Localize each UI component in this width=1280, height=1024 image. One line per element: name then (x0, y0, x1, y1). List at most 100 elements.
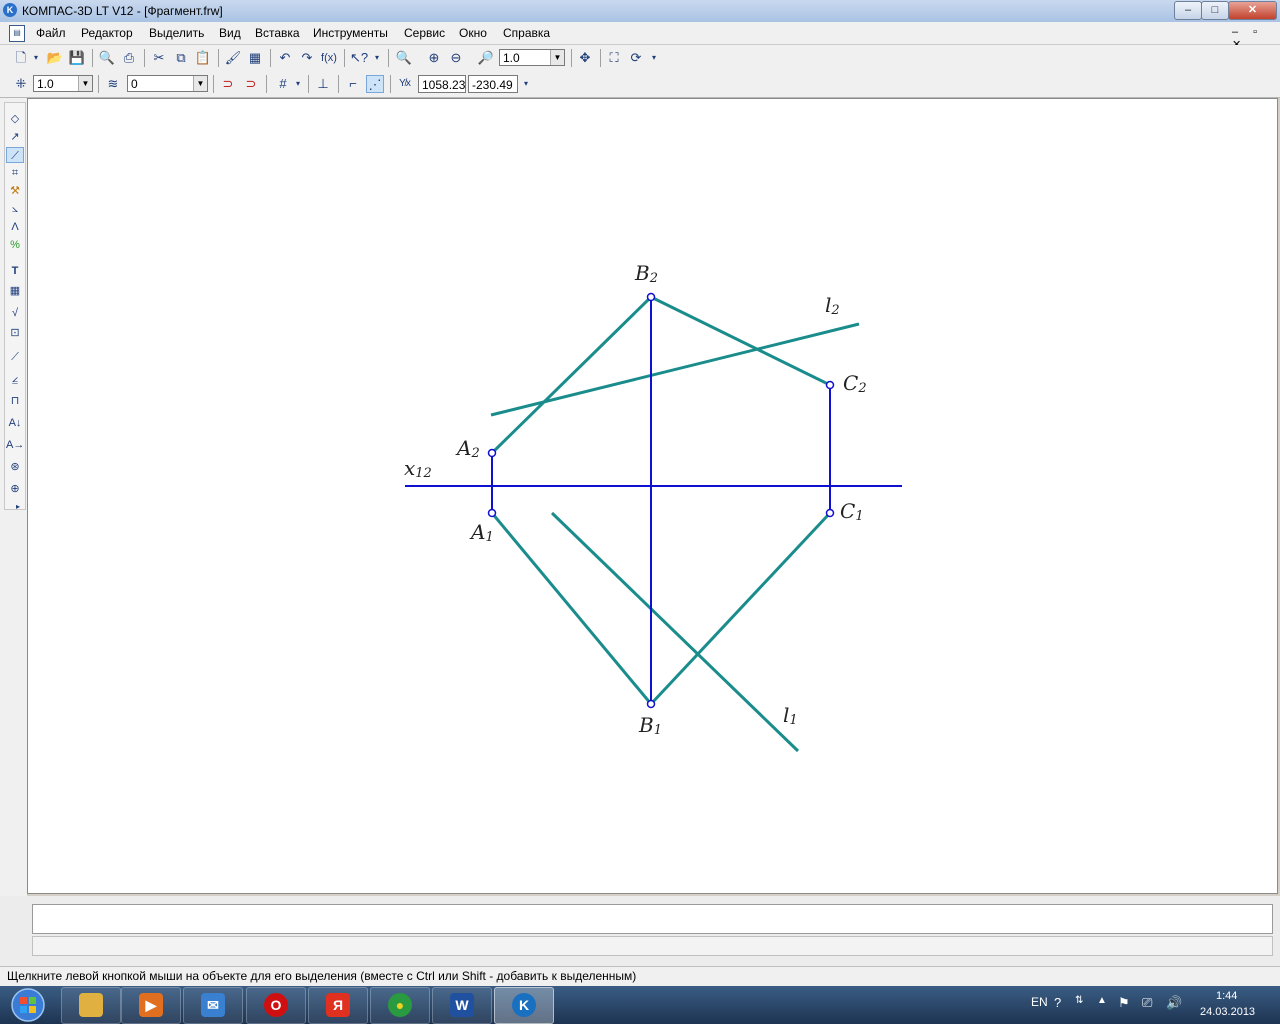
print-preview-icon[interactable]: 🔍 (98, 49, 116, 67)
maximize-button[interactable]: □ (1201, 1, 1229, 20)
coord-y-field[interactable]: -230.49 (468, 75, 518, 93)
step-combo[interactable]: 1.0 ▼ (33, 75, 93, 92)
coord-x-field[interactable]: 1058.23 (418, 75, 466, 93)
panel-expand-icon[interactable]: ▸ (13, 499, 23, 515)
help-pointer-icon[interactable]: ↖? (350, 49, 368, 67)
axis-icon[interactable]: ⊛ (6, 459, 24, 475)
language-indicator[interactable]: EN (1031, 995, 1048, 1009)
menu-editor[interactable]: Редактор (81, 26, 133, 40)
layer-combo[interactable]: 0 ▼ (127, 75, 208, 92)
step-dropdown-icon[interactable]: ▼ (78, 76, 92, 91)
leader-icon[interactable]: ⟋ (6, 349, 24, 365)
point-c1[interactable] (825, 508, 835, 518)
taskbar-chrome[interactable]: ● (370, 987, 430, 1024)
snap-magnet-icon[interactable]: ⊃ (219, 75, 237, 93)
zoom-combo[interactable]: 1.0 ▼ (499, 49, 565, 66)
measure-icon[interactable]: ⦣ (6, 201, 24, 217)
new-document-icon[interactable]: 🗋 (12, 49, 30, 67)
menu-view[interactable]: Вид (219, 26, 241, 40)
taskbar-kompas[interactable]: K (494, 987, 554, 1024)
ortho-mode-icon[interactable]: ⌐ (344, 75, 362, 93)
line-l2[interactable] (490, 322, 860, 417)
show-all-icon[interactable]: ⛶ (605, 49, 623, 67)
open-folder-icon[interactable]: 📂 (46, 49, 64, 67)
grid-dropdown-icon[interactable]: ▾ (293, 75, 303, 93)
property-panel-area[interactable] (32, 904, 1273, 934)
dimensions-icon[interactable]: ↗ (6, 129, 24, 145)
clock-time[interactable]: 1:44 (1216, 990, 1237, 1002)
point-a2[interactable] (487, 448, 497, 458)
taskbar-explorer[interactable] (61, 987, 121, 1024)
position-leader-icon[interactable]: ⦤ (6, 371, 24, 387)
function-icon[interactable]: f(x) (320, 49, 338, 67)
toolbar2-overflow-icon[interactable]: ▾ (521, 75, 531, 93)
paste-icon[interactable]: 📋 (194, 49, 212, 67)
spec-icon[interactable]: % (6, 237, 24, 253)
volume-icon[interactable]: 🔊 (1166, 995, 1182, 1011)
show-hidden-icons-icon[interactable]: ▲ (1097, 995, 1107, 1006)
parametric-mode-icon[interactable]: ⋰ (366, 75, 384, 93)
undo-icon[interactable]: ↶ (276, 49, 294, 67)
edit-icon[interactable]: ⌗ (6, 165, 24, 181)
table-icon[interactable]: ▦ (6, 283, 24, 299)
action-center-flag-icon[interactable]: ⚑ (1118, 995, 1130, 1011)
segment-b2-c2[interactable] (650, 295, 831, 387)
zoom-window-icon[interactable]: 🔍 (395, 49, 413, 67)
copy-icon[interactable]: ⧉ (172, 49, 190, 67)
properties-icon[interactable]: ▦ (246, 49, 264, 67)
roughness-icon[interactable]: √ (6, 305, 24, 321)
save-icon[interactable]: 💾 (68, 49, 86, 67)
help-tray-icon[interactable]: ? (1054, 995, 1061, 1010)
menu-service[interactable]: Сервис (404, 26, 445, 40)
tray-options-icon[interactable]: ⇅ (1075, 995, 1083, 1006)
zoom-scale-icon[interactable]: 🔎 (477, 49, 495, 67)
parametrization-icon[interactable]: ⚒ (6, 183, 24, 199)
kompas-app-icon[interactable]: K (3, 3, 17, 17)
base-icon[interactable]: ⊡ (6, 325, 24, 341)
zoom-dropdown-icon[interactable]: ▼ (550, 50, 564, 65)
point-c2[interactable] (825, 380, 835, 390)
redo-icon[interactable]: ↷ (298, 49, 316, 67)
segment-a2-b2[interactable] (490, 295, 653, 455)
cut-line-icon[interactable]: A↓ (6, 415, 24, 431)
tolerance-icon[interactable]: ⊓ (6, 393, 24, 409)
toolbar-overflow-icon[interactable]: ▾ (372, 49, 382, 67)
fragment-drawing[interactable]: B2 l2 C2 A2 x12 A1 C1 B1 l1 (28, 99, 1279, 895)
menu-insert[interactable]: Вставка (255, 26, 300, 40)
print-icon[interactable]: ⎙ (120, 49, 138, 67)
document-icon[interactable]: ▤ (9, 25, 25, 42)
point-b2[interactable] (646, 292, 656, 302)
menu-file[interactable]: Файл (36, 26, 66, 40)
center-mark-icon[interactable]: ⊕ (6, 481, 24, 497)
menu-tools[interactable]: Инструменты (313, 26, 388, 40)
taskbar-media-player[interactable]: ▶ (121, 987, 181, 1024)
close-button[interactable]: ✕ (1228, 1, 1277, 20)
drawing-canvas[interactable]: B2 l2 C2 A2 x12 A1 C1 B1 l1 (27, 98, 1278, 894)
network-icon[interactable]: ⎚ (1142, 995, 1152, 1011)
zoom-in-icon[interactable]: ⊕ (425, 49, 443, 67)
segment-a1-b1[interactable] (490, 512, 653, 705)
format-brush-icon[interactable]: 🖌 (224, 49, 242, 67)
clock-date[interactable]: 24.03.2013 (1200, 1006, 1255, 1018)
menu-window[interactable]: Окно (459, 26, 487, 40)
step-cursor-icon[interactable]: ⁜ (12, 75, 30, 93)
text-icon[interactable]: T (6, 263, 24, 279)
taskbar-opera[interactable]: O (246, 987, 306, 1024)
layers-icon[interactable]: ≋ (104, 75, 122, 93)
line-l1[interactable] (550, 511, 800, 753)
local-snap-icon[interactable]: ⊃ (242, 75, 260, 93)
start-button[interactable] (4, 987, 52, 1023)
geometry-icon[interactable]: ◇ (6, 111, 24, 127)
taskbar-yandex[interactable]: Я (308, 987, 368, 1024)
local-cs-icon[interactable]: ⊥ (314, 75, 332, 93)
zoom-out-icon[interactable]: ⊖ (447, 49, 465, 67)
view-arrow-icon[interactable]: A→ (6, 437, 24, 453)
pan-icon[interactable]: ✥ (576, 49, 594, 67)
refresh-icon[interactable]: ⟳ (627, 49, 645, 67)
point-b1[interactable] (646, 699, 656, 709)
point-a1[interactable] (487, 508, 497, 518)
segment-b1-c1[interactable] (649, 511, 832, 706)
cut-icon[interactable]: ✂ (150, 49, 168, 67)
layer-dropdown-icon[interactable]: ▼ (193, 76, 207, 91)
toolbar1-overflow-icon[interactable]: ▾ (649, 49, 659, 67)
